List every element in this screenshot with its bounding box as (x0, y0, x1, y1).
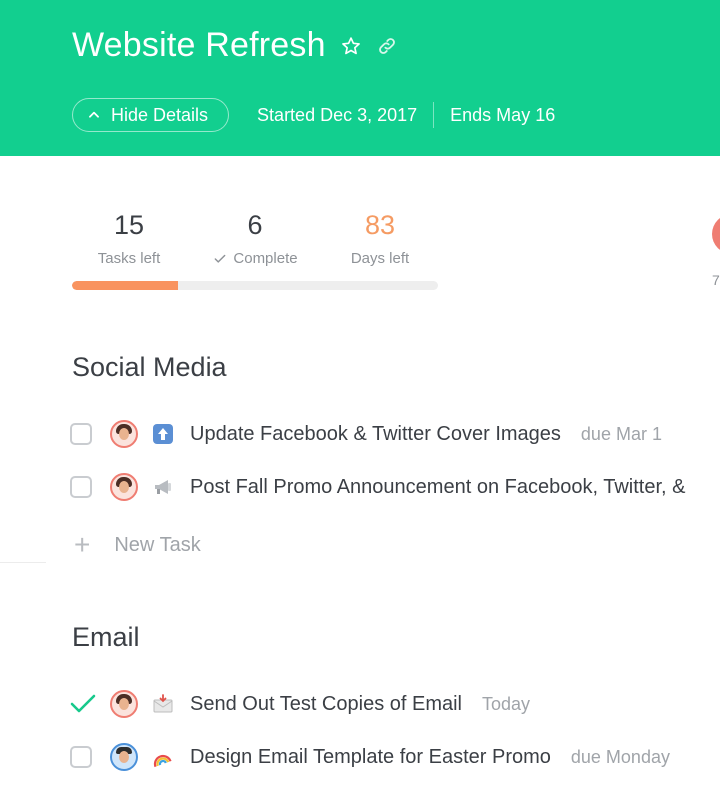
new-task-label: New Task (114, 533, 201, 556)
check-icon (214, 254, 226, 263)
avatar (110, 690, 138, 718)
envelope-icon (152, 693, 174, 715)
rainbow-icon (152, 746, 174, 768)
task-title[interactable]: Send Out Test Copies of Email (190, 693, 462, 716)
section-title-social-media: Social Media (72, 352, 227, 382)
tasks-left-count: 15 (113, 210, 145, 240)
progress-bar (72, 281, 438, 290)
task-due-date: Today (482, 693, 531, 714)
plus-icon: + (74, 529, 91, 560)
task-title[interactable]: Post Fall Promo Announcement on Facebook… (190, 476, 685, 499)
divider (0, 562, 46, 563)
start-date: Started Dec 3, 2017 (257, 104, 418, 125)
up-arrow-icon (152, 423, 174, 445)
hide-details-label: Hide Details (111, 104, 209, 125)
header-details-row: Hide Details Started Dec 3, 2017 Ends Ma… (72, 98, 555, 132)
avatar (110, 420, 138, 448)
complete-label: Complete (233, 250, 298, 267)
task-row: Send Out Test Copies of Email Today (70, 689, 530, 719)
end-date: Ends May 16 (450, 104, 556, 125)
task-row: Post Fall Promo Announcement on Facebook… (70, 472, 685, 502)
stat-complete: 6 Complete (195, 210, 315, 267)
hide-details-button[interactable]: Hide Details (72, 98, 230, 132)
section-title-email: Email (72, 622, 140, 652)
task-row: Design Email Template for Easter Promo d… (70, 742, 670, 772)
megaphone-icon (152, 476, 174, 498)
avatar (110, 743, 138, 771)
project-title: Website Refresh (72, 26, 326, 64)
task-title[interactable]: Design Email Template for Easter Promo (190, 746, 551, 769)
task-title[interactable]: Update Facebook & Twitter Cover Images (190, 423, 561, 446)
member-count-partial: 7 (712, 272, 720, 288)
new-task-button[interactable]: + New Task (74, 531, 201, 559)
task-due-date: due Mar 1 (580, 423, 662, 444)
complete-label-row: Complete (195, 250, 315, 267)
task-row: Update Facebook & Twitter Cover Images d… (70, 419, 662, 449)
days-left-count: 83 (364, 210, 396, 240)
days-left-label: Days left (350, 250, 410, 267)
link-icon[interactable] (376, 35, 398, 57)
title-row: Website Refresh (72, 26, 398, 65)
stat-tasks-left: 15 Tasks left (69, 210, 189, 267)
completed-check-icon[interactable] (70, 693, 96, 715)
avatar (110, 473, 138, 501)
chevron-up-icon (87, 108, 101, 122)
tasks-left-label: Tasks left (97, 250, 161, 267)
star-icon[interactable] (340, 35, 362, 57)
progress-fill (72, 281, 179, 290)
task-due-date: due Monday (570, 746, 670, 767)
task-checkbox[interactable] (70, 476, 92, 498)
stat-days-left: 83 Days left (320, 210, 440, 267)
project-header: Website Refresh Hide Details Started Dec… (0, 0, 720, 156)
task-checkbox[interactable] (70, 423, 92, 445)
header-divider (433, 102, 435, 128)
task-checkbox[interactable] (70, 746, 92, 768)
complete-count: 6 (247, 210, 263, 240)
member-avatar-partial[interactable] (712, 214, 720, 254)
